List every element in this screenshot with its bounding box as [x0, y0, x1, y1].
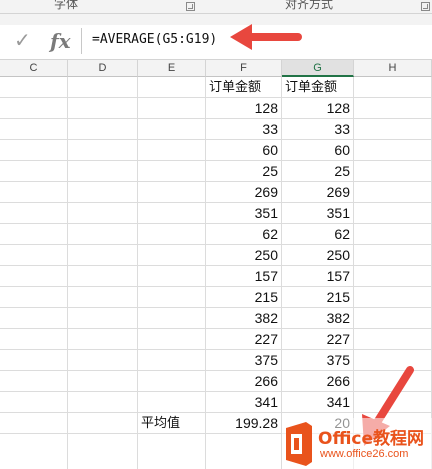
formula-bar-gap	[0, 14, 432, 25]
table-row: 33 33	[0, 119, 432, 140]
ribbon-group-font-label: 字体	[54, 0, 79, 11]
cell-f[interactable]: 375	[206, 350, 281, 371]
office26-watermark: Office教程网 www.office26.com	[282, 418, 432, 469]
table-row: 351 351	[0, 203, 432, 224]
alignment-dialog-launcher-icon[interactable]	[421, 2, 430, 11]
watermark-title: Office教程网	[318, 429, 425, 449]
cell-f[interactable]: 25	[206, 161, 281, 182]
cell-g[interactable]: 227	[282, 329, 353, 350]
watermark-url: www.office26.com	[320, 448, 409, 460]
cell-f[interactable]: 351	[206, 203, 281, 224]
cell-f[interactable]: 250	[206, 245, 281, 266]
average-label[interactable]: 平均值	[138, 413, 205, 434]
cell-f[interactable]: 215	[206, 287, 281, 308]
cell-f[interactable]: 341	[206, 392, 281, 413]
cell-f[interactable]: 157	[206, 266, 281, 287]
column-header-f[interactable]: F	[206, 60, 282, 77]
cell-f[interactable]: 227	[206, 329, 281, 350]
cell-g[interactable]: 250	[282, 245, 353, 266]
column-header-c[interactable]: C	[0, 60, 68, 77]
cell-g[interactable]: 215	[282, 287, 353, 308]
office-logo-icon	[286, 422, 312, 466]
cell-f[interactable]: 60	[206, 140, 281, 161]
column-header-g[interactable]: G	[282, 60, 354, 77]
table-row: 25 25	[0, 161, 432, 182]
header-cell-g[interactable]: 订单金额	[282, 77, 353, 98]
cell-f[interactable]: 62	[206, 224, 281, 245]
cell-g[interactable]: 25	[282, 161, 353, 182]
cell-g[interactable]: 375	[282, 350, 353, 371]
table-row: 157 157	[0, 266, 432, 287]
cell-g[interactable]: 33	[282, 119, 353, 140]
table-row: 60 60	[0, 140, 432, 161]
cell-g[interactable]: 62	[282, 224, 353, 245]
cell-g[interactable]: 269	[282, 182, 353, 203]
column-header-d[interactable]: D	[68, 60, 138, 77]
formula-input[interactable]: =AVERAGE(G5:G19)	[92, 32, 217, 47]
cell-f[interactable]: 382	[206, 308, 281, 329]
cell-g[interactable]: 128	[282, 98, 353, 119]
cell-f[interactable]: 33	[206, 119, 281, 140]
font-dialog-launcher-icon[interactable]	[186, 2, 195, 11]
table-row: 128 128	[0, 98, 432, 119]
cell-g[interactable]: 157	[282, 266, 353, 287]
cell-f[interactable]: 128	[206, 98, 281, 119]
cell-f[interactable]: 266	[206, 371, 281, 392]
formula-bar: ✓ fx =AVERAGE(G5:G19)	[0, 14, 432, 60]
cell-g[interactable]: 266	[282, 371, 353, 392]
cell-g[interactable]: 382	[282, 308, 353, 329]
cell-g[interactable]: 341	[282, 392, 353, 413]
table-row: 269 269	[0, 182, 432, 203]
average-cell-f[interactable]: 199.28	[206, 413, 281, 434]
table-row: 227 227	[0, 329, 432, 350]
column-header-h[interactable]: H	[354, 60, 432, 77]
ribbon-strip: 字体 对齐方式	[0, 0, 432, 14]
insert-function-button[interactable]: fx	[50, 31, 71, 51]
cell-g[interactable]: 60	[282, 140, 353, 161]
table-row: 62 62	[0, 224, 432, 245]
formula-bar-divider	[81, 28, 82, 54]
column-header-e[interactable]: E	[138, 60, 206, 77]
table-row-header: 订单金额 订单金额	[0, 77, 432, 98]
annotation-arrow-formula-icon	[230, 24, 302, 50]
table-row: 382 382	[0, 308, 432, 329]
checkmark-icon[interactable]: ✓	[14, 31, 31, 51]
ribbon-group-alignment-label: 对齐方式	[285, 0, 334, 11]
cell-g[interactable]: 351	[282, 203, 353, 224]
cell-f[interactable]: 269	[206, 182, 281, 203]
table-row: 215 215	[0, 287, 432, 308]
header-cell-f[interactable]: 订单金额	[206, 77, 281, 98]
table-row: 250 250	[0, 245, 432, 266]
